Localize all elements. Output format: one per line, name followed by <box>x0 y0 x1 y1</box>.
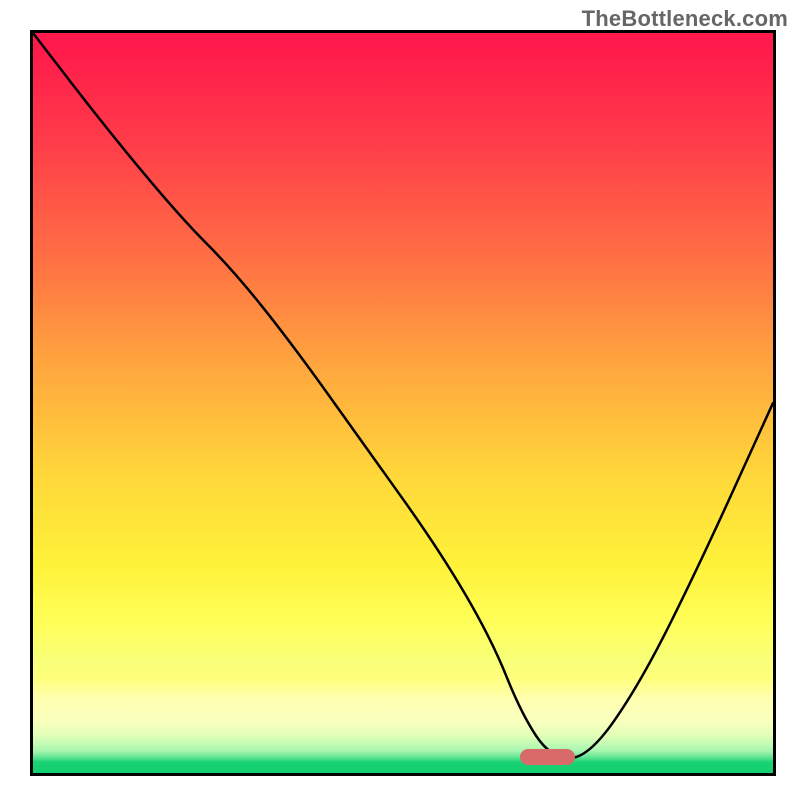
optimum-indicator <box>520 749 576 765</box>
bottleneck-curve <box>33 33 773 773</box>
plot-area <box>30 30 776 776</box>
watermark-text: TheBottleneck.com <box>582 6 788 32</box>
